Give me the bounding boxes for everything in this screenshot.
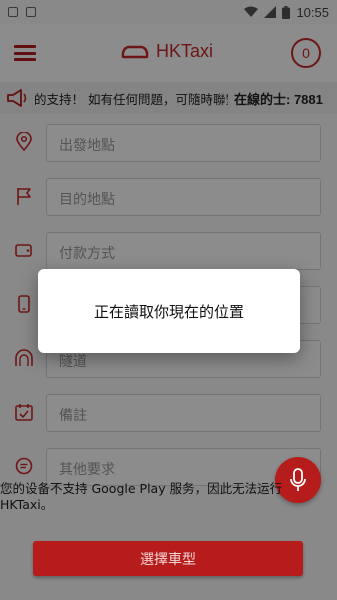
location-loading-dialog: 正在讀取你現在的位置 xyxy=(38,269,300,353)
dialog-message: 正在讀取你現在的位置 xyxy=(93,302,244,321)
select-car-type-button[interactable]: 選擇車型 xyxy=(33,541,303,576)
google-play-unsupported-toast: 您的设备不支持 Google Play 服务，因此无法运行 HKTaxi。 xyxy=(0,481,283,512)
